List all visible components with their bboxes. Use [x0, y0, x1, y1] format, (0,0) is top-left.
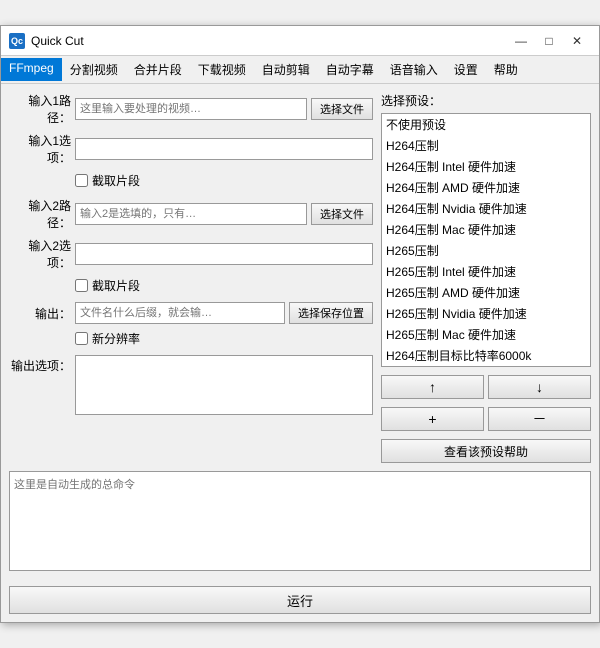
menu-bar: FFmpeg分割视频合并片段下载视频自动剪辑自动字幕语音输入设置帮助: [1, 56, 599, 84]
menu-item-语音输入[interactable]: 语音输入: [382, 58, 446, 81]
minimize-button[interactable]: —: [507, 31, 535, 51]
output-save-button[interactable]: 选择保存位置: [289, 302, 373, 324]
window-controls: — □ ✕: [507, 31, 591, 51]
input1-options-label: 输入1选项：: [9, 132, 71, 166]
input2-path-label: 输入2路径：: [9, 197, 71, 231]
preset-item[interactable]: H265压制 Mac 硬件加速: [382, 324, 590, 345]
input1-options-row: 输入1选项：: [9, 132, 373, 166]
window-title: Quick Cut: [31, 34, 507, 48]
input1-path-field[interactable]: [75, 98, 307, 120]
output-label: 输出：: [9, 305, 71, 322]
resolution-row: 新分辨率: [75, 330, 373, 347]
close-button[interactable]: ✕: [563, 31, 591, 51]
preset-help-button[interactable]: 查看该预设帮助: [381, 439, 591, 463]
input2-options-label: 输入2选项：: [9, 237, 71, 271]
input2-path-row: 输入2路径： 选择文件: [9, 197, 373, 231]
preset-up-button[interactable]: ↑: [381, 375, 484, 399]
title-bar: Qc Quick Cut — □ ✕: [1, 26, 599, 56]
clip1-label: 截取片段: [92, 172, 140, 189]
preset-down-button[interactable]: ↓: [488, 375, 591, 399]
output-options-section: 输出选项：: [9, 355, 373, 415]
input1-path-label: 输入1路径：: [9, 92, 71, 126]
main-window: Qc Quick Cut — □ ✕ FFmpeg分割视频合并片段下载视频自动剪…: [0, 25, 600, 623]
menu-item-分割视频[interactable]: 分割视频: [62, 58, 126, 81]
new-resolution-checkbox[interactable]: [75, 332, 88, 345]
clip2-label: 截取片段: [92, 277, 140, 294]
preset-section-label: 选择预设：: [381, 92, 591, 109]
preset-item[interactable]: H264压制 Mac 硬件加速: [382, 219, 590, 240]
new-resolution-label: 新分辨率: [92, 330, 140, 347]
menu-item-下载视频[interactable]: 下载视频: [190, 58, 254, 81]
menu-item-合并片段[interactable]: 合并片段: [126, 58, 190, 81]
output-options-field[interactable]: [75, 355, 373, 415]
menu-item-自动字幕[interactable]: 自动字幕: [318, 58, 382, 81]
maximize-button[interactable]: □: [535, 31, 563, 51]
input1-path-row: 输入1路径： 选择文件: [9, 92, 373, 126]
preset-add-button[interactable]: +: [381, 407, 484, 431]
clip2-checkbox[interactable]: [75, 279, 88, 292]
preset-item[interactable]: H265压制 Nvidia 硬件加速: [382, 303, 590, 324]
output-field[interactable]: [75, 302, 285, 324]
output-options-label: 输出选项：: [9, 355, 71, 374]
main-content: 输入1路径： 选择文件 输入1选项： 截取片段 输入2路径： 选择文件: [1, 84, 599, 471]
output-row: 输出： 选择保存位置: [9, 302, 373, 324]
preset-item[interactable]: H265压制 Intel 硬件加速: [382, 261, 590, 282]
preset-remove-button[interactable]: －: [488, 407, 591, 431]
clip1-checkbox[interactable]: [75, 174, 88, 187]
preset-item[interactable]: H264压制 Nvidia 硬件加速: [382, 198, 590, 219]
input2-options-row: 输入2选项：: [9, 237, 373, 271]
preset-item[interactable]: H265压制 AMD 硬件加速: [382, 282, 590, 303]
menu-item-FFmpeg[interactable]: FFmpeg: [1, 58, 62, 81]
preset-controls-row1: ↑ ↓: [381, 375, 591, 399]
input2-choose-button[interactable]: 选择文件: [311, 203, 373, 225]
preset-list: 不使用预设H264压制H264压制 Intel 硬件加速H264压制 AMD 硬…: [382, 114, 590, 366]
command-box[interactable]: [9, 471, 591, 571]
preset-item[interactable]: 不使用预设: [382, 114, 590, 135]
preset-list-container[interactable]: 不使用预设H264压制H264压制 Intel 硬件加速H264压制 AMD 硬…: [381, 113, 591, 367]
menu-item-帮助[interactable]: 帮助: [486, 58, 526, 81]
menu-item-设置[interactable]: 设置: [446, 58, 486, 81]
menu-item-自动剪辑[interactable]: 自动剪辑: [254, 58, 318, 81]
right-panel: 选择预设： 不使用预设H264压制H264压制 Intel 硬件加速H264压制…: [381, 92, 591, 463]
clip2-row: 截取片段: [75, 277, 373, 294]
run-button[interactable]: 运行: [9, 586, 591, 614]
preset-item[interactable]: H264压制目标比特率6000k: [382, 345, 590, 366]
preset-item[interactable]: H264压制: [382, 135, 590, 156]
preset-item[interactable]: H264压制 Intel 硬件加速: [382, 156, 590, 177]
input1-choose-button[interactable]: 选择文件: [311, 98, 373, 120]
run-bar: 运行: [1, 582, 599, 622]
input2-options-field[interactable]: [75, 243, 373, 265]
preset-controls-row2: + －: [381, 407, 591, 431]
app-icon: Qc: [9, 33, 25, 49]
preset-item[interactable]: H265压制: [382, 240, 590, 261]
preset-item[interactable]: H264压制 AMD 硬件加速: [382, 177, 590, 198]
left-panel: 输入1路径： 选择文件 输入1选项： 截取片段 输入2路径： 选择文件: [9, 92, 373, 463]
clip1-row: 截取片段: [75, 172, 373, 189]
command-area: [1, 471, 599, 582]
input2-path-field[interactable]: [75, 203, 307, 225]
input1-options-field[interactable]: [75, 138, 373, 160]
